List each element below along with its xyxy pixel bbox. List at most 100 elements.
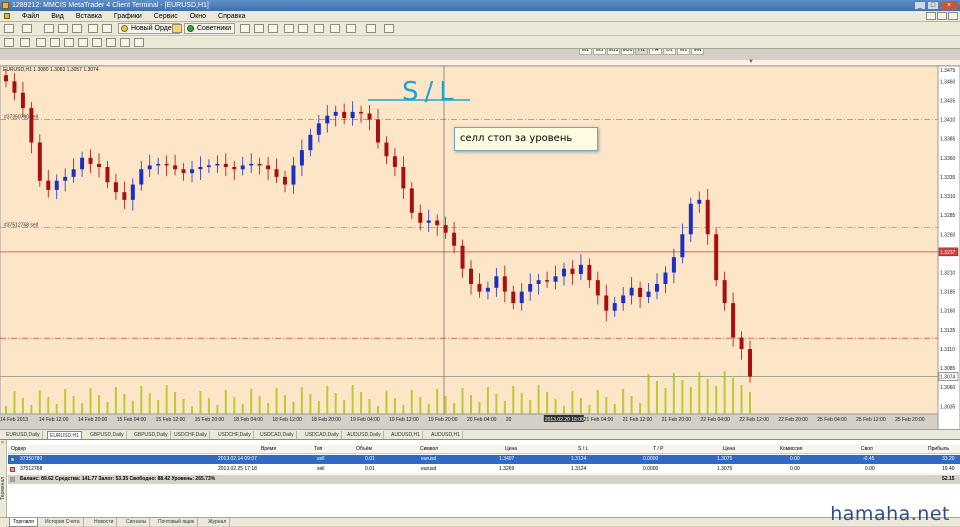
volume-bar	[486, 387, 489, 414]
menu-charts[interactable]: Графики	[114, 13, 142, 20]
terminal-sidebar: × Терминал	[0, 440, 7, 527]
price-axis-label: 1.3074	[940, 375, 956, 381]
candle-body	[629, 287, 634, 296]
terminal-icon[interactable]	[88, 24, 98, 33]
candle-body	[4, 75, 8, 82]
order-current-price: 1.3075	[717, 466, 733, 472]
candle-body	[621, 295, 626, 304]
chart-tab[interactable]: USDCHF,Daily	[172, 431, 210, 439]
bar-chart-icon[interactable]	[240, 24, 250, 33]
horizontal-line-icon[interactable]	[50, 38, 60, 47]
maximize-button[interactable]: □	[927, 1, 939, 10]
profiles-icon[interactable]	[22, 24, 32, 33]
order-row[interactable]: 37512768 2013.02.25 17:18 sell 0.01 euru…	[8, 465, 960, 474]
data-window-icon[interactable]	[58, 24, 68, 33]
volume-bar	[393, 398, 396, 414]
volume-bar	[613, 404, 616, 414]
col-type[interactable]: Тип	[314, 445, 322, 454]
expert-advisors-button[interactable]: Советники	[184, 23, 236, 34]
volume-bar	[529, 400, 532, 414]
chart-shift-icon[interactable]	[330, 24, 340, 33]
periods-icon[interactable]	[366, 24, 376, 33]
text-icon[interactable]	[106, 38, 116, 47]
candlestick-icon[interactable]	[254, 24, 264, 33]
col-volume[interactable]: Объём	[356, 445, 372, 454]
volume-bar	[131, 401, 134, 414]
chart-tab[interactable]: USDCAD,Daily	[303, 431, 342, 439]
mdi-restore-button[interactable]	[937, 12, 947, 20]
label-icon[interactable]	[120, 38, 130, 47]
col-sl[interactable]: S / L	[578, 445, 588, 454]
chart-tab[interactable]: EURUSD,Daily	[4, 431, 43, 439]
col-swap[interactable]: Своп	[861, 445, 873, 454]
balance-row[interactable]: Баланс: 89.62 Средства: 141.77 Залог: 53…	[8, 475, 960, 484]
new-chart-icon[interactable]	[4, 24, 14, 33]
trendline-icon[interactable]	[64, 38, 74, 47]
chart-tab[interactable]: GBPUSD,Daily	[88, 431, 127, 439]
zoom-in-icon[interactable]	[284, 24, 294, 33]
mdi-minimize-button[interactable]	[926, 12, 936, 20]
col-price-current[interactable]: Цена	[723, 445, 735, 454]
tile-windows-icon[interactable]	[314, 24, 324, 33]
volume-bar	[284, 395, 286, 414]
price-axis-label: 1.3035	[940, 404, 956, 410]
market-watch-icon[interactable]	[44, 24, 54, 33]
order-row[interactable]: 37350780 2013.02.14 09:07 sell 0.01 euru…	[8, 455, 960, 464]
templates-icon[interactable]	[384, 24, 394, 33]
order-label: #37350780 sell	[4, 115, 38, 121]
candle-body	[553, 276, 558, 282]
volume-bar	[512, 386, 515, 414]
strategy-tester-icon[interactable]	[102, 24, 112, 33]
chart-tab[interactable]: AUDUSD,H1	[389, 431, 423, 439]
volume-bar	[605, 397, 608, 414]
price-axis-label: 1.3060	[940, 385, 956, 391]
vertical-line-icon[interactable]	[36, 38, 46, 47]
menu-window[interactable]: Окно	[190, 13, 206, 20]
chart-tab[interactable]: USDCAD,Daily	[258, 431, 297, 439]
order-symbol: eurusd	[421, 466, 437, 472]
chart-window[interactable]: ▼ 1.3475 1.3460 1.3435 1.3410 1.3385 1.3360 1.…	[0, 59, 960, 434]
col-symbol[interactable]: Символ	[420, 445, 438, 454]
menu-insert[interactable]: Вставка	[76, 13, 102, 20]
new-order-button[interactable]: Новый Ордер	[118, 23, 180, 34]
fibonacci-icon[interactable]	[92, 38, 102, 47]
minimize-button[interactable]: _	[914, 1, 926, 10]
navigator-icon[interactable]	[72, 24, 82, 33]
col-profit[interactable]: Прибыль	[928, 445, 949, 454]
chart-tab-active[interactable]: EURUSD,H1	[47, 431, 82, 439]
chart-tab[interactable]: AUDUSD,Daily	[345, 431, 384, 439]
chart-tab[interactable]: GBPUSD,Daily	[132, 431, 171, 439]
price-chart[interactable]: 1.3475 1.3460 1.3435 1.3410 1.3385 1.3360 1.33…	[0, 66, 960, 434]
close-button[interactable]: ×	[940, 1, 958, 10]
candle-body	[367, 113, 372, 120]
menu-file[interactable]: Файл	[22, 13, 39, 20]
order-commission: 0.00	[790, 466, 800, 472]
col-price[interactable]: Цена	[505, 445, 517, 454]
volume-bar	[664, 388, 667, 414]
meta-editor-icon[interactable]	[172, 24, 182, 33]
menu-help[interactable]: Справка	[218, 13, 245, 20]
cursor-icon[interactable]	[4, 38, 14, 47]
chart-tab[interactable]: USDCHF,Daily	[216, 431, 254, 439]
col-order[interactable]: Ордер	[11, 445, 26, 454]
menu-tools[interactable]: Сервис	[154, 13, 178, 20]
channel-icon[interactable]	[78, 38, 88, 47]
candle-body	[485, 287, 490, 292]
indicators-icon[interactable]	[346, 24, 356, 33]
line-chart-icon[interactable]	[268, 24, 278, 33]
col-commission[interactable]: Комиссия	[780, 445, 802, 454]
candle-body	[147, 165, 152, 170]
arrows-icon[interactable]	[134, 38, 144, 47]
crosshair-icon[interactable]	[20, 38, 30, 47]
col-tp[interactable]: T / P	[653, 445, 663, 454]
candle-body	[54, 180, 59, 190]
col-time[interactable]: Время	[261, 445, 276, 454]
terminal-close-icon[interactable]: ×	[1, 441, 6, 446]
zoom-out-icon[interactable]	[298, 24, 308, 33]
chart-tab[interactable]: AUDUSD,H1	[429, 431, 463, 439]
menu-view[interactable]: Вид	[51, 13, 64, 20]
volume-bar	[419, 397, 422, 414]
volume-bar	[588, 405, 591, 414]
annotation-textbox[interactable]: селл стоп за уровень	[454, 127, 598, 151]
mdi-close-button[interactable]	[948, 12, 958, 20]
